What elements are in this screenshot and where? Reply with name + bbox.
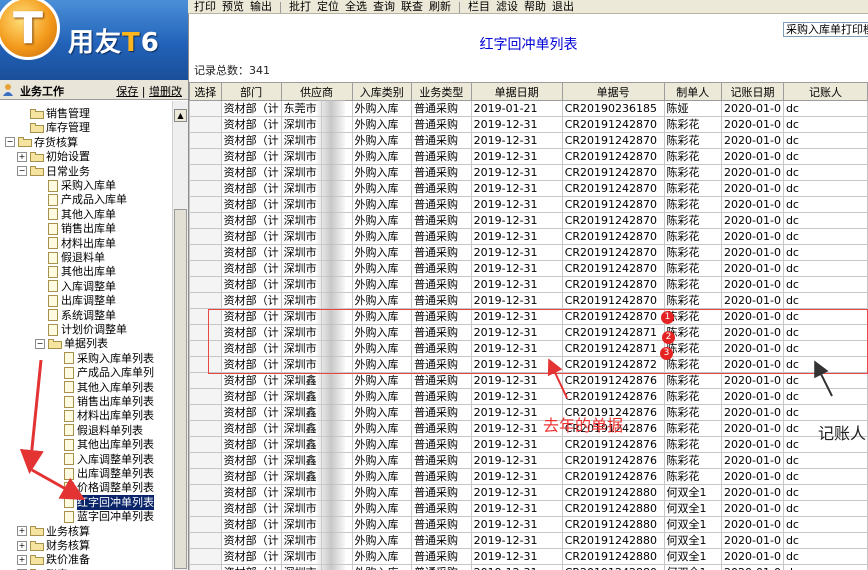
bookkeeper-arrow [814,360,833,397]
last-year-arrow [547,358,568,399]
annotation-arrows [19,358,833,500]
tree-arrow-diagonal [31,468,86,500]
tree-arrow-vertical [19,359,44,474]
